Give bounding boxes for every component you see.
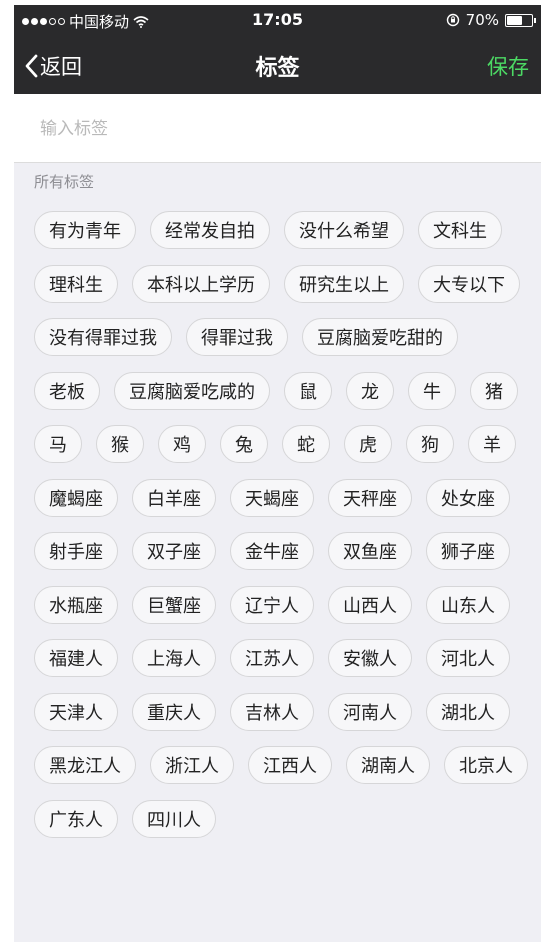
tag-chip[interactable]: 双子座 xyxy=(132,532,216,570)
battery-fill xyxy=(507,15,522,25)
tag-chip[interactable]: 湖北人 xyxy=(426,692,510,731)
tag-chip[interactable]: 狮子座 xyxy=(426,532,510,570)
tag-chip[interactable]: 白羊座 xyxy=(132,478,216,517)
tag-chip[interactable]: 兔 xyxy=(220,425,268,463)
battery-percent: 70% xyxy=(465,11,499,29)
tag-chip[interactable]: 有为青年 xyxy=(34,211,136,249)
tag-chip[interactable]: 广东人 xyxy=(34,799,118,838)
tag-chip[interactable]: 上海人 xyxy=(132,639,216,677)
tag-chip[interactable]: 山西人 xyxy=(328,585,412,624)
tag-chip[interactable]: 鸡 xyxy=(158,425,206,463)
status-right: 70% xyxy=(446,11,536,29)
tag-chip[interactable]: 山东人 xyxy=(426,585,510,624)
tag-chip[interactable]: 江西人 xyxy=(248,746,332,784)
tag-chip[interactable]: 老板 xyxy=(34,371,100,410)
tag-chip[interactable]: 安徽人 xyxy=(328,639,412,677)
tag-chip[interactable]: 天蝎座 xyxy=(230,478,314,517)
tag-chip[interactable]: 金牛座 xyxy=(230,532,314,570)
tag-chip[interactable]: 魔蝎座 xyxy=(34,478,118,517)
tag-chip[interactable]: 浙江人 xyxy=(150,746,234,784)
tag-chip[interactable]: 天津人 xyxy=(34,692,118,731)
tag-chip[interactable]: 天秤座 xyxy=(328,478,412,517)
tag-chip[interactable]: 蛇 xyxy=(282,425,330,463)
tag-chip[interactable]: 重庆人 xyxy=(132,692,216,731)
tag-chip[interactable]: 研究生以上 xyxy=(284,264,404,303)
page-title: 标签 xyxy=(255,56,300,81)
tag-list: 有为青年 经常发自拍 没什么希望 文科生理科生 本科以上学历 研究生以上 大专以下没有得罪过… xyxy=(34,211,534,853)
rotation-lock-icon xyxy=(446,13,459,27)
tag-chip[interactable]: 本科以上学历 xyxy=(132,264,270,303)
tag-chip[interactable]: 羊 xyxy=(468,425,516,463)
tag-chip[interactable]: 狗 xyxy=(406,425,454,463)
tag-chip[interactable]: 理科生 xyxy=(34,264,118,303)
tag-chip[interactable]: 没有得罪过我 xyxy=(34,318,172,356)
tag-chip[interactable]: 水瓶座 xyxy=(34,585,118,624)
tag-chip[interactable]: 虎 xyxy=(344,425,392,463)
phone-screen: 中国移动 17:05 70% 返回 标签 保存 输入标签 所有标签 有为青年 经… xyxy=(14,5,541,942)
tag-chip[interactable]: 马 xyxy=(34,425,82,463)
tag-chip[interactable]: 河北人 xyxy=(426,639,510,677)
tag-chip[interactable]: 巨蟹座 xyxy=(132,585,216,624)
tag-chip[interactable]: 四川人 xyxy=(132,799,216,838)
tag-input-row xyxy=(14,94,541,163)
tag-chip[interactable]: 经常发自拍 xyxy=(150,211,270,249)
nav-bar: 返回 标签 保存 xyxy=(14,34,541,94)
tag-chip[interactable]: 得罪过我 xyxy=(186,318,288,356)
tag-chip[interactable]: 处女座 xyxy=(426,478,510,517)
save-button[interactable]: 保存 xyxy=(487,51,529,81)
tag-input[interactable] xyxy=(38,112,512,146)
tag-chip[interactable]: 北京人 xyxy=(444,746,528,784)
section-title: 所有标签 xyxy=(34,173,95,191)
tag-chip[interactable]: 豆腐脑爱吃咸的 xyxy=(114,371,270,410)
tag-chip[interactable]: 没什么希望 xyxy=(284,211,404,249)
tag-chip[interactable]: 黑龙江人 xyxy=(34,746,136,784)
tag-chip[interactable]: 大专以下 xyxy=(418,264,520,303)
tag-chip[interactable]: 双鱼座 xyxy=(328,532,412,570)
tag-chip[interactable]: 文科生 xyxy=(418,211,502,249)
tag-chip[interactable]: 豆腐脑爱吃甜的 xyxy=(302,318,458,356)
tag-chip[interactable]: 福建人 xyxy=(34,639,118,677)
tag-chip[interactable]: 射手座 xyxy=(34,532,118,570)
battery-icon xyxy=(505,13,536,27)
tag-chip[interactable]: 江苏人 xyxy=(230,639,314,677)
tag-chip[interactable]: 牛 xyxy=(408,371,456,410)
tag-chip[interactable]: 龙 xyxy=(346,371,394,410)
tag-chip[interactable]: 河南人 xyxy=(328,692,412,731)
tag-chip[interactable]: 湖南人 xyxy=(346,746,430,784)
tag-chip[interactable]: 鼠 xyxy=(284,371,332,410)
status-bar: 中国移动 17:05 70% xyxy=(14,5,541,34)
tag-chip[interactable]: 猴 xyxy=(96,425,144,463)
tag-chip[interactable]: 辽宁人 xyxy=(230,585,314,624)
tag-chip[interactable]: 吉林人 xyxy=(230,692,314,731)
tag-chip[interactable]: 猪 xyxy=(470,371,518,410)
